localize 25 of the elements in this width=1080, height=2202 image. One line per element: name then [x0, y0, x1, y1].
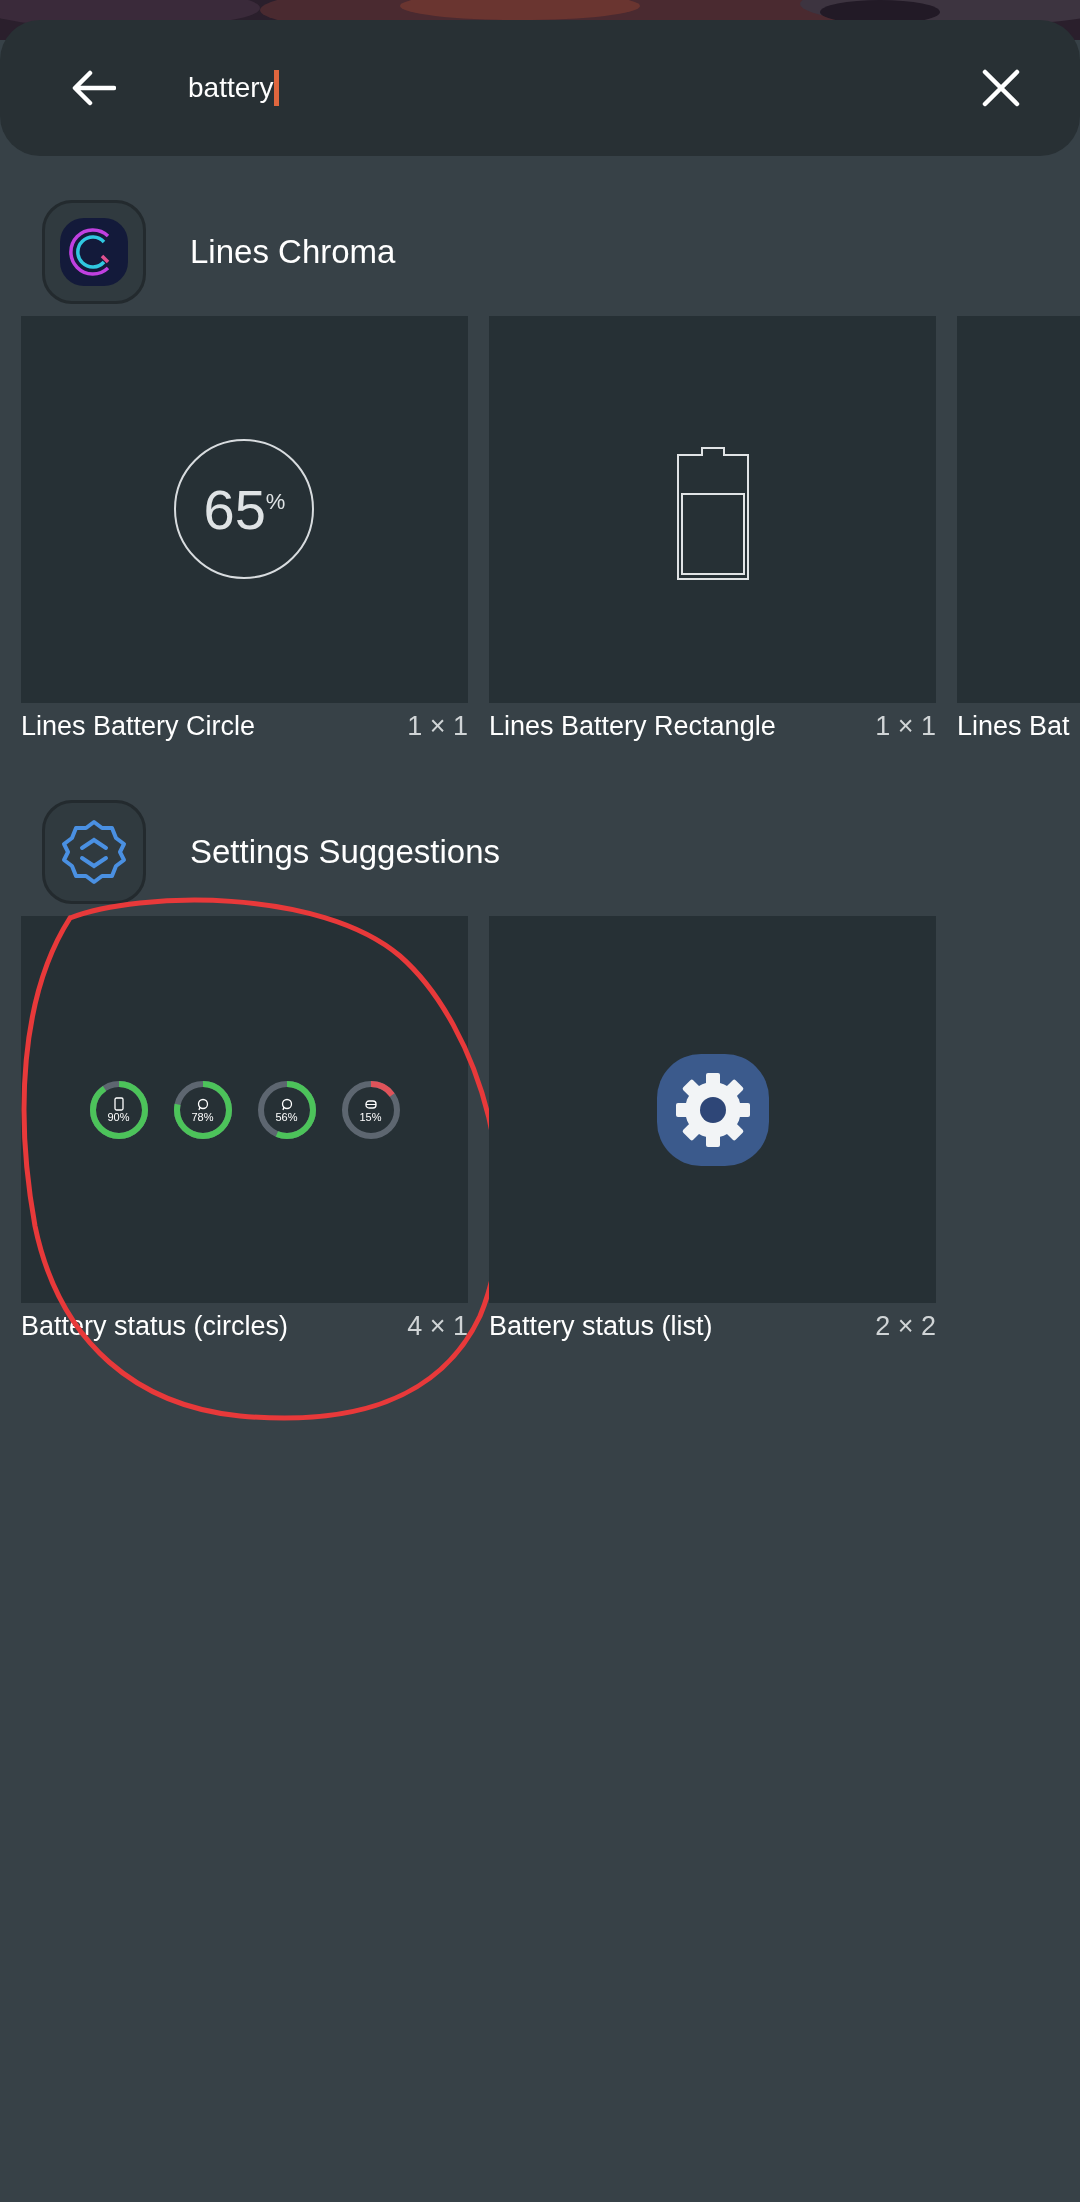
back-icon[interactable] — [72, 70, 116, 106]
widget-name: Lines Bat — [957, 711, 1070, 742]
app-name: Lines Chroma — [190, 233, 396, 271]
phone-icon — [112, 1096, 125, 1111]
earbud-icon — [196, 1096, 209, 1111]
widget-size: 2 × 2 — [875, 1311, 936, 1342]
widget-preview[interactable]: 90% 78% 56% 15% — [21, 916, 468, 1303]
widget-size: 1 × 1 — [407, 711, 468, 742]
widget-size: 1 × 1 — [875, 711, 936, 742]
app-icon[interactable] — [42, 200, 146, 304]
app-name: Settings Suggestions — [190, 833, 501, 871]
app-icon[interactable] — [42, 800, 146, 904]
widget-preview[interactable]: 65$^{%}$ — [21, 316, 468, 703]
close-icon[interactable] — [982, 69, 1020, 107]
battery-percent: 90% — [107, 1110, 130, 1123]
widget-size: 4 × 1 — [407, 1311, 468, 1342]
widget-name: Lines Battery Circle — [21, 711, 256, 742]
search-field[interactable]: battery — [188, 58, 982, 118]
widget-name: Lines Battery Rectangle — [489, 711, 776, 742]
earbud-icon — [280, 1096, 293, 1111]
widget-name: Battery status (list) — [489, 1311, 713, 1342]
battery-percent: 56% — [275, 1110, 298, 1123]
battery-percent: 15% — [359, 1110, 382, 1123]
battery-percent: 78% — [191, 1110, 214, 1123]
battery-percent: 65$^{%}$ — [203, 477, 286, 542]
